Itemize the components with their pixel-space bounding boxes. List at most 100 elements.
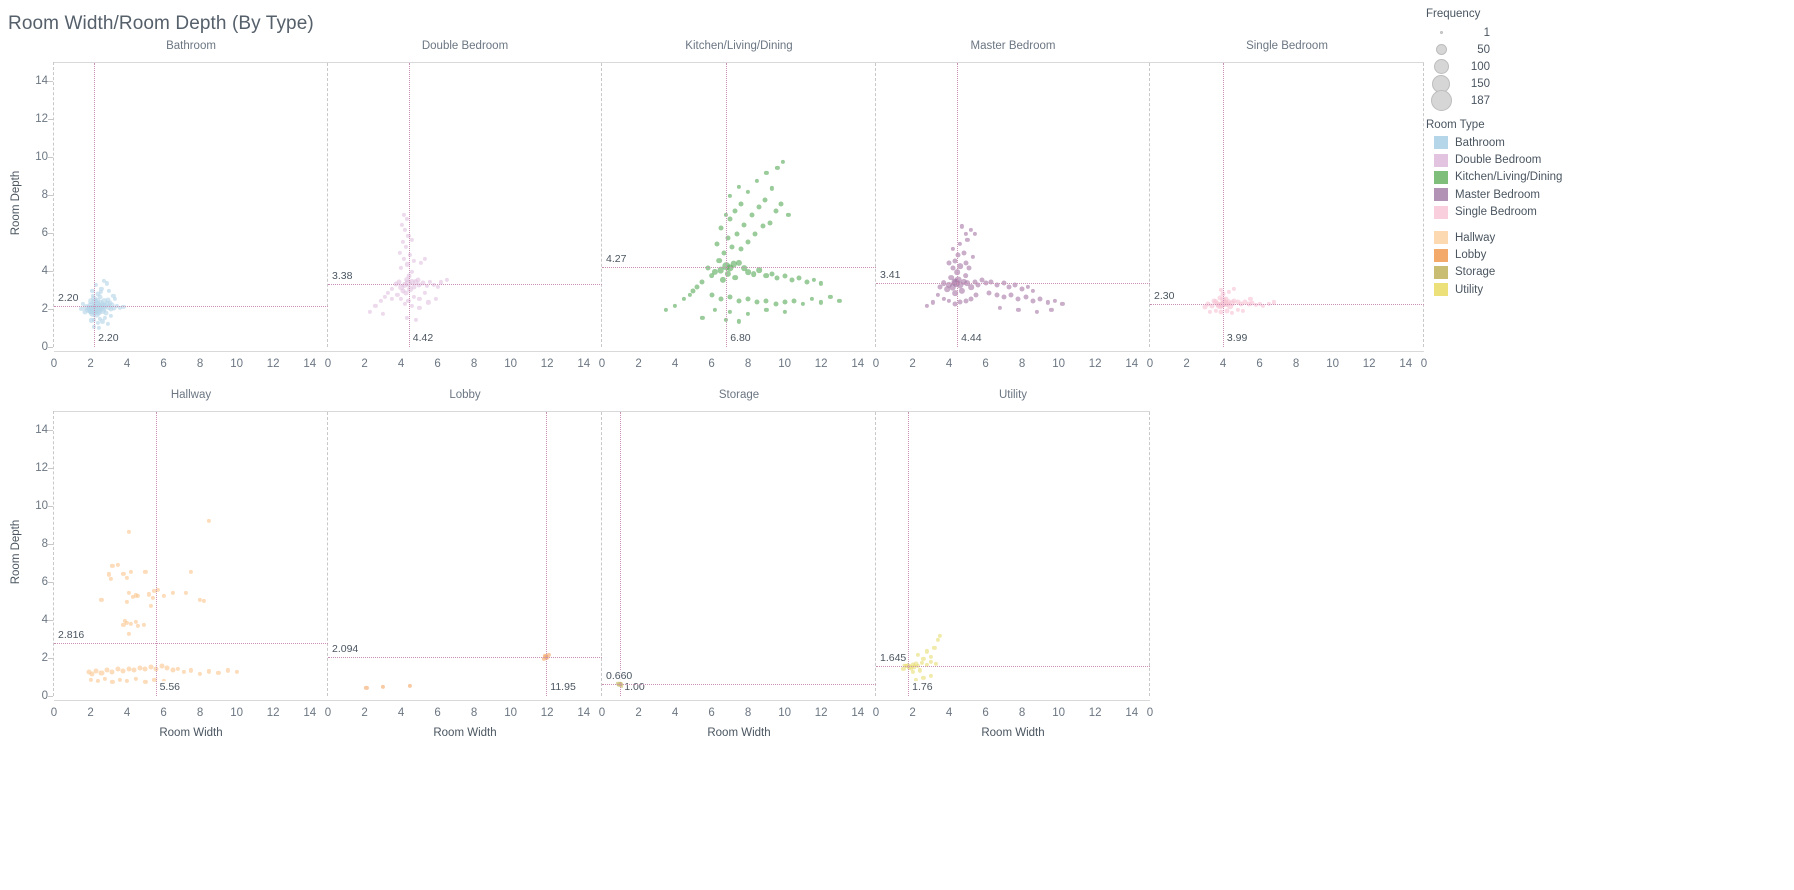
data-point[interactable] [124,576,130,581]
data-point[interactable] [1226,289,1231,295]
data-point[interactable] [782,309,787,314]
data-point[interactable] [700,315,705,320]
data-point[interactable] [789,277,795,283]
data-point[interactable] [773,208,779,214]
data-point[interactable] [786,212,791,218]
data-point[interactable] [1045,300,1050,305]
data-point[interactable] [216,671,221,676]
data-point[interactable] [1211,297,1217,304]
data-point[interactable] [946,259,952,266]
data-point[interactable] [925,649,930,654]
data-point[interactable] [120,668,126,674]
data-point[interactable] [756,267,762,273]
size-legend-item[interactable]: 187 [1426,90,1786,111]
data-point[interactable] [752,231,758,237]
color-legend-item[interactable]: Master Bedroom [1426,186,1786,203]
color-legend-item[interactable]: Bathroom [1426,134,1786,151]
data-point[interactable] [745,239,751,245]
data-point[interactable] [373,304,378,309]
data-point[interactable] [115,666,121,672]
data-point[interactable] [716,257,722,264]
data-point[interactable] [917,668,922,673]
data-point[interactable] [1241,308,1246,314]
data-point[interactable] [687,292,692,297]
data-point[interactable] [1025,285,1030,290]
data-point[interactable] [411,284,417,290]
data-point[interactable] [1213,308,1218,314]
data-point[interactable] [941,296,946,301]
data-point[interactable] [1231,287,1237,292]
data-point[interactable] [409,269,415,275]
data-point[interactable] [968,296,974,302]
data-point[interactable] [718,296,724,302]
color-legend-item[interactable]: Lobby [1426,246,1786,263]
data-point[interactable] [972,231,977,237]
data-point[interactable] [735,259,743,266]
data-point[interactable] [106,288,111,294]
scatter-panel-bathroom[interactable]: 2.20 [54,63,328,347]
data-point[interactable] [401,256,406,261]
data-point[interactable] [1052,298,1058,303]
data-point[interactable] [962,272,969,279]
data-point[interactable] [1006,284,1012,290]
data-point[interactable] [682,296,687,301]
data-point[interactable] [745,296,751,302]
data-point[interactable] [773,301,779,307]
data-point[interactable] [156,587,161,592]
data-point[interactable] [708,272,715,279]
data-point[interactable] [110,563,115,568]
data-point[interactable] [398,250,403,256]
scatter-panel-kitchen-living-dining[interactable]: 6.80 [602,63,876,347]
data-point[interactable] [1037,296,1043,302]
data-point[interactable] [380,684,385,689]
color-legend-item[interactable]: Kitchen/Living/Dining [1426,169,1786,186]
data-point[interactable] [910,670,915,675]
data-point[interactable] [966,265,972,271]
data-point[interactable] [928,655,933,660]
data-point[interactable] [763,297,769,304]
data-point[interactable] [95,678,100,683]
data-point[interactable] [796,275,802,281]
data-point[interactable] [749,212,755,218]
data-point[interactable] [970,254,975,259]
data-point[interactable] [444,277,449,282]
data-point[interactable] [738,201,744,207]
data-point[interactable] [164,665,170,671]
data-point[interactable] [1235,307,1240,313]
scatter-panel-storage[interactable]: 1.00 [602,412,876,696]
data-point[interactable] [124,599,130,605]
data-point[interactable] [775,165,780,170]
data-point[interactable] [126,590,131,595]
data-point[interactable] [946,298,952,303]
scatter-panel-lobby[interactable]: 11.95 [328,412,602,696]
data-point[interactable] [950,247,955,252]
color-legend-item[interactable]: Hallway [1426,229,1786,246]
data-point[interactable] [419,260,424,265]
color-legend-item[interactable]: Single Bedroom [1426,204,1786,221]
data-point[interactable] [399,222,405,227]
data-point[interactable] [819,300,824,305]
data-point[interactable] [380,311,385,316]
data-point[interactable] [188,668,194,673]
data-point[interactable] [958,287,965,295]
data-point[interactable] [100,319,105,324]
data-point[interactable] [921,656,926,662]
data-point[interactable] [413,317,418,322]
data-point[interactable] [780,159,785,164]
data-point[interactable] [809,296,815,301]
data-point[interactable] [378,298,384,303]
data-point[interactable] [108,313,113,318]
data-point[interactable] [1008,292,1014,298]
data-point[interactable] [225,668,230,673]
data-point[interactable] [962,297,969,304]
data-point[interactable] [109,669,115,675]
data-point[interactable] [176,666,181,671]
data-point[interactable] [928,674,933,679]
data-point[interactable] [389,287,395,292]
data-point[interactable] [746,311,751,316]
data-point[interactable] [422,290,427,295]
data-point[interactable] [398,266,404,271]
data-point[interactable] [811,277,816,282]
data-point[interactable] [367,309,373,314]
data-point[interactable] [143,569,148,574]
